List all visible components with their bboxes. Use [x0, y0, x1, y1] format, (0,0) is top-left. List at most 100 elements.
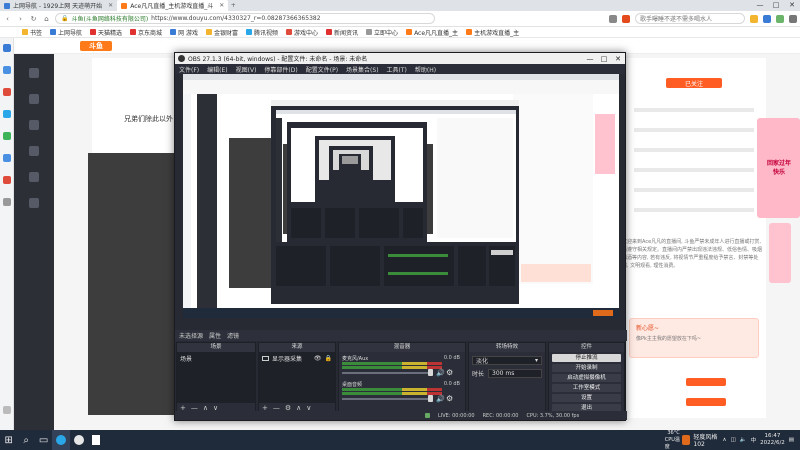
bookmark-item[interactable]: 腾讯视频	[246, 28, 278, 37]
nav-icon[interactable]	[29, 68, 39, 78]
nav-icon[interactable]	[29, 94, 39, 104]
properties-button[interactable]: 属性	[209, 331, 221, 340]
bookmark-item[interactable]: 游戏中心	[286, 28, 318, 37]
file-taskbar-icon[interactable]	[87, 430, 104, 450]
bookmark-item[interactable]: 京东商城	[130, 28, 162, 37]
close-icon[interactable]: ✕	[108, 2, 113, 9]
obs-taskbar-icon[interactable]	[70, 430, 87, 450]
url-field[interactable]: 🔒 斗鱼(斗鱼网络科技有限公司) https://www.douyu.com/4…	[55, 13, 435, 24]
refresh-icon[interactable]: ↻	[29, 15, 38, 23]
new-tab-button[interactable]: +	[228, 2, 238, 9]
anchor-avatar[interactable]	[92, 58, 182, 154]
home-icon[interactable]: ⌂	[42, 15, 51, 23]
task-view-icon[interactable]: ▭	[35, 430, 52, 450]
volume-slider-handle[interactable]	[428, 395, 433, 402]
ime-icon[interactable]: 中	[751, 436, 757, 444]
bookmark-item[interactable]: Ace凡凡直播_主	[406, 28, 458, 37]
bookmark-item[interactable]: 天猫精选	[90, 28, 122, 37]
menu-edit[interactable]: 编辑(E)	[207, 65, 227, 74]
maximize-button[interactable]: □	[768, 0, 784, 11]
douyu-logo[interactable]: 斗鱼	[80, 41, 112, 51]
tab-navigation[interactable]: 上网导航 - 1929上网 天迹萌开始 ✕	[0, 0, 117, 11]
close-window-button[interactable]: ✕	[611, 55, 625, 63]
sidebar-app-icon[interactable]	[3, 132, 11, 140]
bookmark-item[interactable]: 书签	[22, 28, 42, 37]
nav-icon[interactable]	[29, 120, 39, 130]
source-item[interactable]: 显示器采集 👁 🔒	[259, 352, 335, 365]
extension-icon[interactable]	[763, 14, 771, 23]
sidebar-app-icon[interactable]	[3, 176, 11, 184]
minimize-button[interactable]: —	[583, 55, 597, 63]
settings-button[interactable]: 设置	[552, 394, 621, 402]
search-input[interactable]: 歌手曝睡不遂不需多喝水人	[635, 13, 745, 24]
volume-slider[interactable]	[342, 398, 430, 400]
extension-icon[interactable]	[609, 14, 617, 23]
sidebar-app-icon[interactable]	[3, 198, 11, 206]
bookmark-item[interactable]: 立即中心	[366, 28, 398, 37]
sidebar-app-icon[interactable]	[3, 44, 11, 52]
menu-docks[interactable]: 停靠部件(D)	[264, 65, 297, 74]
duration-input[interactable]: 300 ms	[488, 369, 542, 378]
search-icon[interactable]: ⌕	[17, 430, 34, 450]
sidebar-app-icon[interactable]	[3, 110, 11, 118]
back-icon[interactable]: ‹	[3, 15, 12, 23]
maximize-button[interactable]: □	[597, 55, 611, 63]
bookmark-item[interactable]: 网 游戏	[170, 28, 198, 37]
minimize-button[interactable]: —	[752, 0, 768, 11]
speaker-icon[interactable]: 🔊	[436, 395, 445, 403]
sidebar-app-icon[interactable]	[3, 66, 11, 74]
close-window-button[interactable]: ✕	[784, 0, 800, 11]
forward-icon[interactable]: ›	[16, 15, 25, 23]
network-icon[interactable]: ◫	[731, 437, 736, 443]
bookmark-item[interactable]: 金银财富	[205, 28, 238, 37]
bookmark-item[interactable]: 上网导航	[50, 28, 82, 37]
nav-icon[interactable]	[29, 146, 39, 156]
virtual-camera-button[interactable]: 启动虚拟摄像机	[552, 374, 621, 382]
extension-icon[interactable]	[622, 14, 630, 23]
menu-icon[interactable]	[789, 14, 797, 23]
menu-help[interactable]: 帮助(H)	[415, 65, 436, 74]
speaker-icon[interactable]: 🔊	[436, 369, 445, 377]
scene-item[interactable]: 场景	[177, 352, 255, 365]
notification-icon[interactable]: ▤	[789, 437, 794, 443]
eye-icon[interactable]: 👁	[314, 355, 322, 362]
close-icon[interactable]: ✕	[219, 2, 224, 9]
nav-icon[interactable]	[29, 172, 39, 182]
nav-icon[interactable]	[29, 198, 39, 208]
menu-profile[interactable]: 配置文件(P)	[306, 65, 338, 74]
volume-slider-handle[interactable]	[428, 369, 433, 376]
wish-promo-card[interactable]: 新心愿~ 像Pk主主我的愿望放在下吗~	[629, 318, 759, 358]
start-button[interactable]: ⊞	[0, 430, 17, 450]
follow-button[interactable]: 已关注	[666, 78, 722, 88]
gift-badge[interactable]	[686, 398, 726, 406]
menu-file[interactable]: 文件(F)	[179, 65, 199, 74]
weather-widget[interactable]: 36°C CPU温度	[665, 430, 683, 450]
stop-streaming-button[interactable]: 停止推流	[552, 354, 621, 362]
browser-taskbar-icon[interactable]	[52, 430, 70, 450]
chevron-up-icon[interactable]: ∧	[722, 437, 726, 443]
gift-badge[interactable]	[686, 378, 726, 386]
sidebar-app-icon[interactable]	[3, 88, 11, 96]
sidebar-settings-icon[interactable]	[3, 406, 11, 414]
volume-icon[interactable]: 🔈	[740, 437, 747, 443]
menu-view[interactable]: 视图(V)	[236, 65, 257, 74]
tab-douyu[interactable]: Ace凡凡直播_主机游戏直播_斗 ✕	[117, 0, 229, 11]
event-banner[interactable]	[769, 223, 791, 283]
studio-mode-button[interactable]: 工作室模式	[552, 384, 621, 392]
clock[interactable]: 16:47 2022/6/2	[760, 433, 785, 447]
lock-icon[interactable]: 🔒	[325, 355, 332, 362]
volume-slider[interactable]	[342, 372, 430, 374]
menu-tools[interactable]: 工具(T)	[387, 65, 407, 74]
transition-select[interactable]: 淡化 ▾	[472, 356, 542, 365]
bookmark-item[interactable]: 主机游戏直播_主	[466, 28, 519, 37]
menu-scene-collection[interactable]: 场景集合(S)	[346, 65, 379, 74]
obs-preview[interactable]	[183, 74, 619, 318]
extension-icon[interactable]	[776, 14, 784, 23]
start-recording-button[interactable]: 开始录制	[552, 364, 621, 372]
game-icon[interactable]	[750, 14, 758, 23]
tray-app[interactable]: 轻度风格 102	[682, 432, 718, 448]
filters-button[interactable]: 滤镜	[227, 331, 239, 340]
bookmark-item[interactable]: 新闻资讯	[326, 28, 358, 37]
gear-icon[interactable]: ⚙	[446, 368, 453, 377]
gear-icon[interactable]: ⚙	[446, 394, 453, 403]
